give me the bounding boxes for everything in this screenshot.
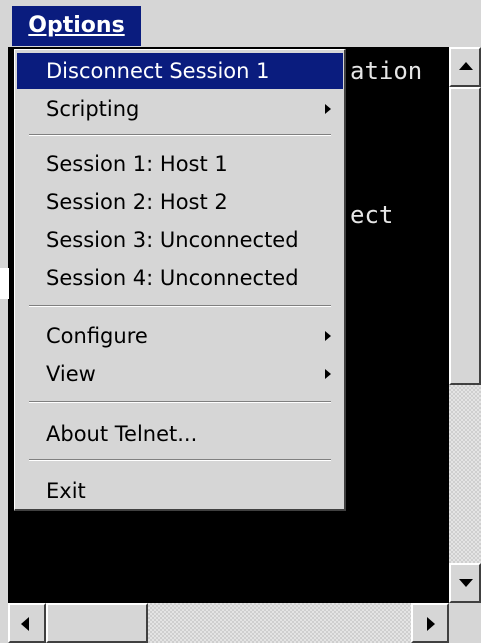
menu-separator bbox=[29, 459, 331, 461]
menu-separator bbox=[29, 401, 331, 403]
menu-separator bbox=[29, 134, 331, 136]
right-arrow-icon bbox=[427, 617, 435, 631]
menu-item-session-4[interactable]: Session 4: Unconnected bbox=[17, 260, 343, 296]
menu-item-session-1[interactable]: Session 1: Host 1 bbox=[17, 146, 343, 182]
submenu-arrow-icon bbox=[325, 369, 331, 379]
menu-item-about-telnet[interactable]: About Telnet... bbox=[17, 416, 343, 452]
menu-item-label: About Telnet... bbox=[46, 422, 198, 446]
terminal-line-2: ect bbox=[350, 201, 394, 229]
vertical-scroll-thumb[interactable] bbox=[449, 87, 481, 385]
terminal-line-1: ation bbox=[350, 57, 423, 85]
menu-bar: Options bbox=[0, 0, 481, 47]
horizontal-scroll-thumb[interactable] bbox=[46, 603, 148, 643]
menu-item-label: Disconnect Session 1 bbox=[46, 59, 270, 83]
menu-item-scripting[interactable]: Scripting bbox=[17, 91, 343, 127]
menu-item-label: Configure bbox=[46, 324, 148, 348]
menu-item-session-3[interactable]: Session 3: Unconnected bbox=[17, 222, 343, 258]
horizontal-scrollbar[interactable] bbox=[8, 603, 449, 643]
menu-options-label: Options bbox=[28, 13, 125, 38]
scroll-left-button[interactable] bbox=[8, 603, 46, 643]
menu-options[interactable]: Options bbox=[12, 6, 141, 46]
menu-item-label: View bbox=[46, 362, 96, 386]
scrollbar-corner bbox=[449, 603, 481, 643]
menu-item-label: Session 3: Unconnected bbox=[46, 228, 299, 252]
submenu-arrow-icon bbox=[325, 331, 331, 341]
menu-item-disconnect-session[interactable]: Disconnect Session 1 bbox=[17, 53, 343, 89]
vertical-scrollbar[interactable] bbox=[449, 47, 481, 603]
menu-separator bbox=[29, 305, 331, 307]
options-dropdown-menu: Disconnect Session 1 Scripting Session 1… bbox=[14, 49, 346, 511]
left-arrow-icon bbox=[21, 617, 29, 631]
menu-item-label: Exit bbox=[46, 479, 86, 503]
menu-item-view[interactable]: View bbox=[17, 356, 343, 392]
window-edge-marker bbox=[0, 268, 9, 299]
menu-item-exit[interactable]: Exit bbox=[17, 473, 343, 509]
menu-item-configure[interactable]: Configure bbox=[17, 318, 343, 354]
up-arrow-icon bbox=[459, 62, 473, 70]
menu-item-label: Session 4: Unconnected bbox=[46, 266, 299, 290]
scroll-right-button[interactable] bbox=[411, 603, 449, 643]
menu-item-label: Session 1: Host 1 bbox=[46, 152, 228, 176]
menu-item-session-2[interactable]: Session 2: Host 2 bbox=[17, 184, 343, 220]
menu-item-label: Session 2: Host 2 bbox=[46, 190, 228, 214]
scroll-down-button[interactable] bbox=[449, 563, 481, 603]
down-arrow-icon bbox=[459, 579, 473, 587]
scroll-up-button[interactable] bbox=[449, 47, 481, 87]
menu-item-label: Scripting bbox=[46, 97, 140, 121]
submenu-arrow-icon bbox=[325, 104, 331, 114]
